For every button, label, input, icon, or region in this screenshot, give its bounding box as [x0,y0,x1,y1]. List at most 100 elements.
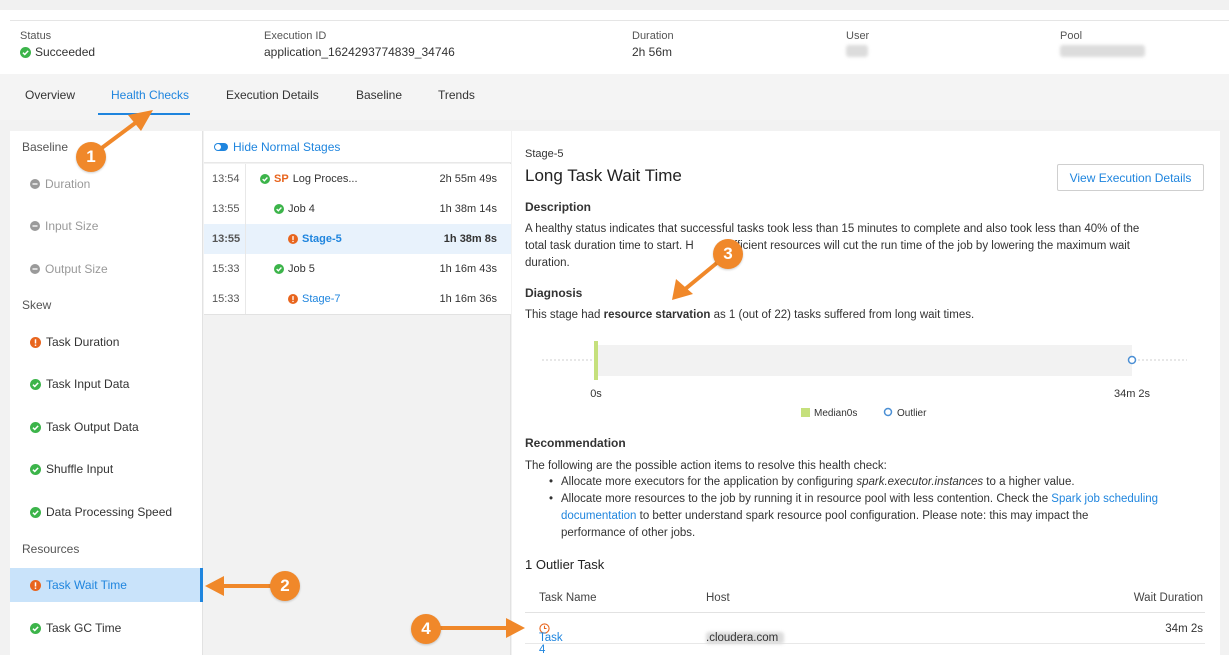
spark-scheduling-link-cont[interactable]: documentation [561,510,636,522]
check-input-size[interactable]: Input Size [10,209,203,243]
section-baseline: Baseline [22,140,69,154]
status-value: Succeeded [35,45,96,59]
success-icon [30,622,41,634]
check-shuffle-input[interactable]: Shuffle Input [10,452,203,486]
health-check-list: Baseline Duration Input Size Output Size… [10,131,203,655]
success-icon [260,174,270,184]
recommendation-list: Allocate more executors for the applicat… [525,474,1205,542]
toggle-icon [214,142,228,151]
section-skew: Skew [22,298,52,312]
check-output-size[interactable]: Output Size [10,252,203,286]
tab-baseline[interactable]: Baseline [356,88,402,102]
success-icon [274,264,284,274]
tab-trends[interactable]: Trends [438,88,475,102]
legend-median-swatch [801,408,810,417]
check-duration[interactable]: Duration [10,167,203,201]
success-icon [274,204,284,214]
diagnosis-text: This stage had resource starvation as 1 … [525,309,975,321]
recommendation-heading: Recommendation [525,436,626,450]
execution-id-label: Execution ID [264,30,327,42]
check-data-processing-speed[interactable]: Data Processing Speed [10,495,203,529]
stage-list: 13:54 SP Log Proces... 2h 55m 49s 13:55 … [204,164,511,315]
col-host[interactable]: Host [706,592,730,604]
legend-outlier-label: Outlier [897,408,927,419]
pool-label: Pool [1060,30,1083,42]
execution-id-field: Execution ID application_1624293774839_3… [264,30,455,59]
callout-1: 1 [76,142,106,172]
col-task-name[interactable]: Task Name [539,592,597,604]
wait-time-chart: 0s 34m 2s Median0s Outlier [542,341,1187,419]
duration-field: Duration 2h 56m [632,30,674,59]
legend-median-label: Median0s [814,408,857,419]
neutral-icon [30,179,40,189]
x-end-label: 34m 2s [1114,388,1151,400]
success-icon [30,378,41,390]
user-value-redacted [846,45,868,57]
success-icon [30,506,41,518]
execution-id-value: application_1624293774839_34746 [264,45,455,59]
task-wait-duration: 34m 2s [1165,623,1203,635]
recommendation-intro: The following are the possible action it… [525,460,887,472]
outlier-task-heading: 1 Outlier Task [525,557,605,572]
diagnosis-heading: Diagnosis [525,286,583,300]
legend-outlier-swatch [883,407,893,417]
stage-tree-panel: Hide Normal Stages 13:54 SP Log Proces..… [204,131,511,655]
success-icon [20,46,31,58]
recommendation-item: Allocate more resources to the job by ru… [525,491,1205,542]
recommendation-item: Allocate more executors for the applicat… [525,474,1205,491]
x-start-label: 0s [590,388,602,400]
view-execution-details-button[interactable]: View Execution Details [1057,164,1204,191]
table-row: Task 4 .cloudera.com 34m 2s [525,614,1205,655]
pool-value-redacted [1060,45,1145,57]
outlier-point[interactable] [1127,355,1137,365]
tab-execution-details[interactable]: Execution Details [226,88,319,102]
execution-summary: Status Succeeded Execution ID applicatio… [10,20,1229,72]
stage-row-app[interactable]: 13:54 SP Log Proces... 2h 55m 49s [204,164,511,194]
hide-normal-stages-toggle[interactable]: Hide Normal Stages [204,131,511,163]
status-field: Status Succeeded [20,30,95,59]
stage-row-stage-5[interactable]: 13:55 Stage-5 1h 38m 8s [204,224,511,254]
tab-health-checks[interactable]: Health Checks [111,88,189,102]
callout-3: 3 [713,239,743,269]
check-task-duration[interactable]: Task Duration [10,325,203,359]
warning-icon [288,294,298,304]
description-text: A healthy status indicates that successf… [525,223,1140,269]
warning-icon [30,336,41,348]
stage-row-job-4[interactable]: 13:55 Job 4 1h 38m 14s [204,194,511,224]
task-link[interactable]: Task 4 [539,623,563,655]
description-heading: Description [525,200,592,214]
check-task-input-data[interactable]: Task Input Data [10,367,203,401]
warning-icon [30,579,41,591]
check-task-output-data[interactable]: Task Output Data [10,410,203,444]
callout-4: 4 [411,614,441,644]
col-wait-duration[interactable]: Wait Duration [1134,592,1203,604]
status-label: Status [20,30,52,42]
health-check-detail: Stage-5 Long Task Wait Time View Executi… [512,131,1220,655]
success-icon [30,463,41,475]
duration-value: 2h 56m [632,45,673,59]
median-marker [594,341,598,380]
stage-row-job-5[interactable]: 15:33 Job 5 1h 16m 43s [204,254,511,284]
user-label: User [846,30,870,42]
neutral-icon [30,264,40,274]
active-tab-indicator [98,113,190,115]
top-strip [0,0,1229,10]
wait-range-band [596,345,1132,376]
neutral-icon [30,221,40,231]
duration-label: Duration [632,30,674,42]
success-icon [30,421,41,433]
section-resources: Resources [22,542,80,556]
spark-scheduling-link[interactable]: Spark job scheduling [1051,493,1158,505]
callout-2: 2 [270,571,300,601]
outlier-table-header: Task Name Host Wait Duration [525,583,1205,613]
warning-icon [288,234,298,244]
stage-name: Stage-5 [525,148,564,160]
spark-badge: SP [274,173,289,185]
detail-title: Long Task Wait Time [525,166,682,185]
tab-overview[interactable]: Overview [25,88,75,102]
check-task-gc-time[interactable]: Task GC Time [10,611,203,645]
stage-row-stage-7[interactable]: 15:33 Stage-7 1h 16m 36s [204,284,511,314]
pool-field: Pool [1060,30,1145,57]
user-field: User [846,30,869,57]
check-task-wait-time[interactable]: Task Wait Time [10,568,203,602]
